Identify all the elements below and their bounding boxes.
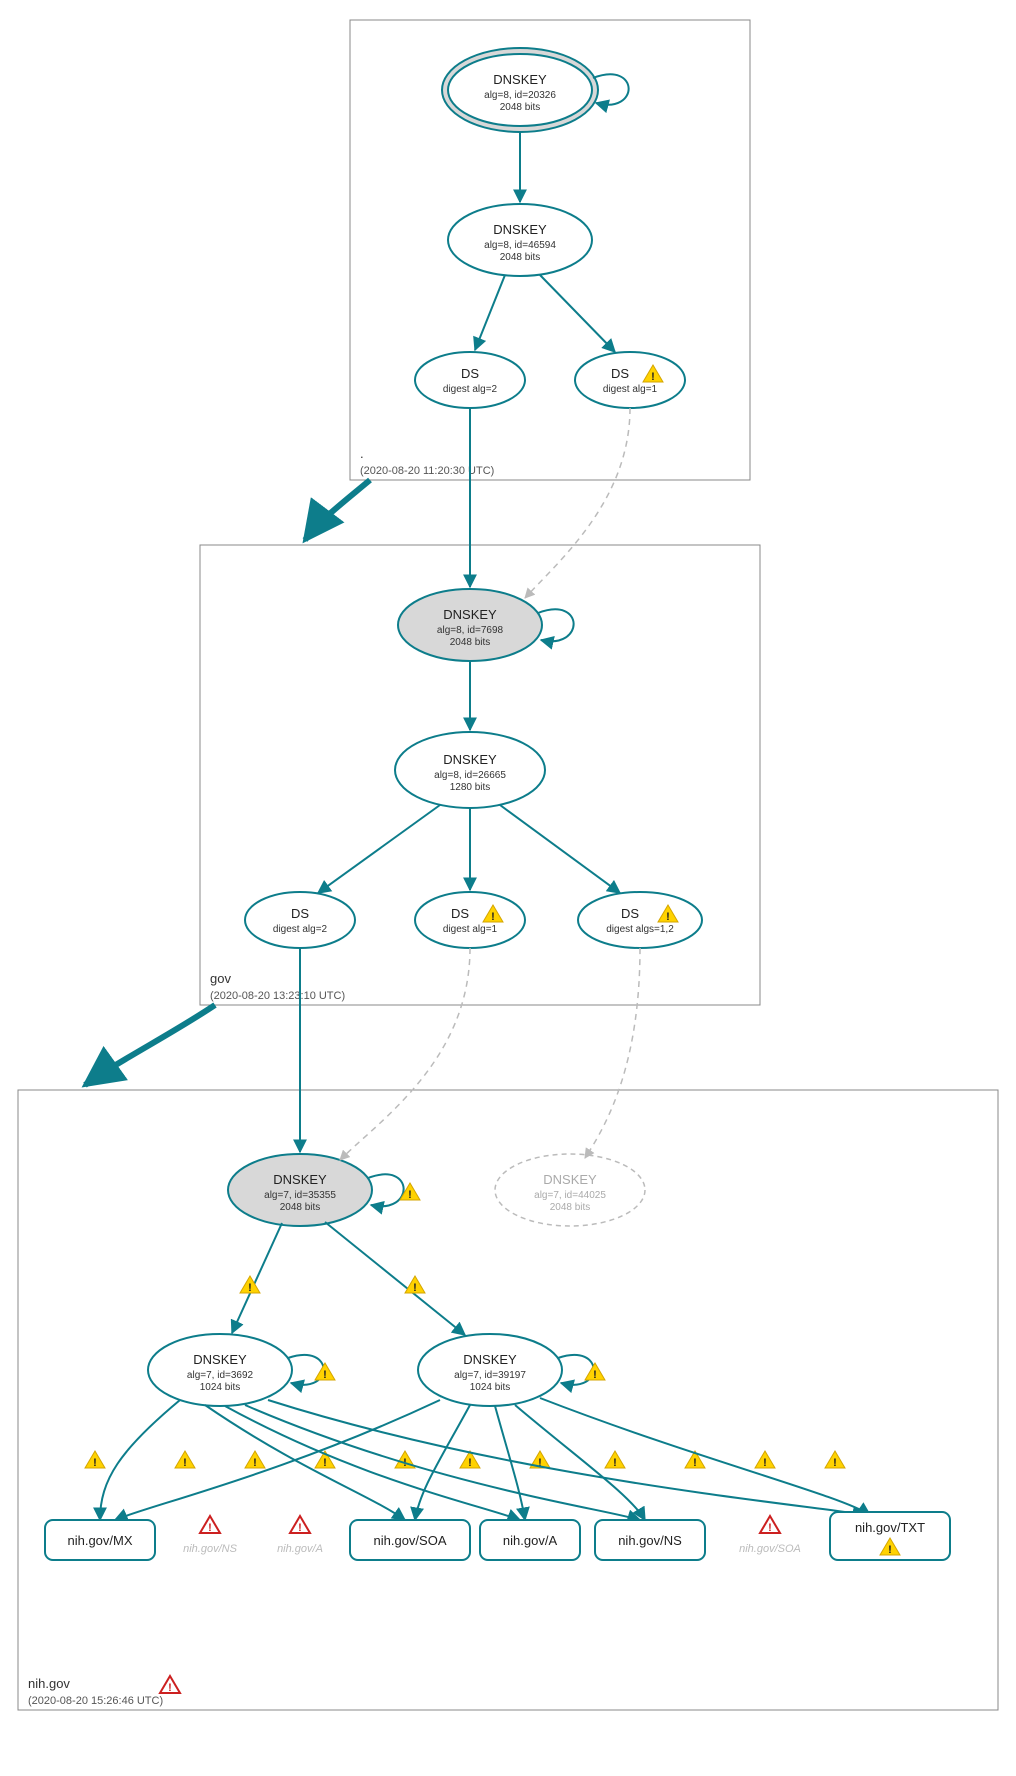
err-icon [200, 1516, 220, 1534]
record-a: nih.gov/A [480, 1520, 580, 1560]
svg-text:nih.gov/SOA: nih.gov/SOA [739, 1543, 801, 1555]
node-gov-ds3: DS digest algs=1,2 [578, 892, 702, 948]
record-txt: nih.gov/TXT [830, 1512, 950, 1560]
svg-text:DNSKEY: DNSKEY [443, 752, 497, 767]
zone-gov-ts: (2020-08-20 13:23:10 UTC) [210, 990, 345, 1002]
svg-text:alg=8, id=26665: alg=8, id=26665 [434, 770, 506, 781]
svg-text:DNSKEY: DNSKEY [493, 72, 547, 87]
svg-text:alg=7, id=44025: alg=7, id=44025 [534, 1190, 606, 1201]
node-nih-zsk2: DNSKEY alg=7, id=39197 1024 bits [418, 1334, 562, 1406]
svg-text:2048 bits: 2048 bits [280, 1202, 321, 1213]
node-root-ksk: DNSKEY alg=8, id=20326 2048 bits [442, 48, 598, 132]
dnssec-graph: ! ! . (2020-08-20 11:20:30 UTC) DNSKEY a… [0, 0, 1016, 1776]
svg-text:nih.gov/NS: nih.gov/NS [183, 1543, 237, 1555]
svg-text:DS: DS [621, 906, 639, 921]
record-soa-ghost: nih.gov/SOA [739, 1516, 801, 1555]
svg-text:1024 bits: 1024 bits [200, 1382, 241, 1393]
svg-text:2048 bits: 2048 bits [550, 1202, 591, 1213]
svg-text:nih.gov/MX: nih.gov/MX [67, 1533, 132, 1548]
node-root-ds2: DS digest alg=1 [575, 352, 685, 408]
edge-nihksk-zsk1 [232, 1223, 282, 1333]
svg-text:alg=7, id=35355: alg=7, id=35355 [264, 1190, 336, 1201]
svg-text:DNSKEY: DNSKEY [273, 1172, 327, 1187]
svg-text:digest alg=2: digest alg=2 [443, 384, 498, 395]
node-gov-ksk: DNSKEY alg=8, id=7698 2048 bits [398, 589, 542, 661]
svg-text:2048 bits: 2048 bits [500, 252, 541, 263]
edge-warn-row [85, 1451, 845, 1469]
svg-text:alg=7, id=3692: alg=7, id=3692 [187, 1370, 254, 1381]
warn-icon [315, 1363, 335, 1381]
svg-text:DNSKEY: DNSKEY [193, 1352, 247, 1367]
edge-delegation-root-gov [305, 480, 370, 540]
warn-icon [405, 1276, 425, 1294]
svg-text:1280 bits: 1280 bits [450, 782, 491, 793]
record-ns-ghost: nih.gov/NS [183, 1516, 237, 1555]
record-a-ghost: nih.gov/A [277, 1516, 323, 1555]
svg-text:digest alg=1: digest alg=1 [443, 924, 498, 935]
svg-text:DNSKEY: DNSKEY [493, 222, 547, 237]
err-icon [290, 1516, 310, 1534]
svg-text:DNSKEY: DNSKEY [543, 1172, 597, 1187]
zone-root: . (2020-08-20 11:20:30 UTC) DNSKEY alg=8… [350, 20, 750, 480]
node-gov-ds1: DS digest alg=2 [245, 892, 355, 948]
svg-text:digest algs=1,2: digest algs=1,2 [606, 924, 674, 935]
err-icon [160, 1676, 180, 1694]
svg-text:DS: DS [611, 366, 629, 381]
svg-text:nih.gov/NS: nih.gov/NS [618, 1533, 682, 1548]
svg-text:alg=8, id=46594: alg=8, id=46594 [484, 240, 556, 251]
node-root-zsk: DNSKEY alg=8, id=46594 2048 bits [448, 204, 592, 276]
record-mx: nih.gov/MX [45, 1520, 155, 1560]
svg-text:DS: DS [461, 366, 479, 381]
node-nih-zsk1: DNSKEY alg=7, id=3692 1024 bits [148, 1334, 292, 1406]
edge-nih-ksk-self [368, 1174, 404, 1206]
edge-gov-zsk-ds3 [500, 805, 620, 893]
svg-text:alg=7, id=39197: alg=7, id=39197 [454, 1370, 526, 1381]
svg-text:nih.gov/TXT: nih.gov/TXT [855, 1520, 925, 1535]
node-root-ds1: DS digest alg=2 [415, 352, 525, 408]
edge-govds2-nihksk [340, 948, 470, 1160]
svg-text:2048 bits: 2048 bits [500, 102, 541, 113]
zone-nih-label: nih.gov [28, 1676, 70, 1691]
svg-text:1024 bits: 1024 bits [470, 1382, 511, 1393]
node-gov-ds2: DS digest alg=1 [415, 892, 525, 948]
err-icon [760, 1516, 780, 1534]
node-nih-ksk: DNSKEY alg=7, id=35355 2048 bits [228, 1154, 372, 1226]
svg-text:digest alg=2: digest alg=2 [273, 924, 328, 935]
svg-text:digest alg=1: digest alg=1 [603, 384, 658, 395]
svg-text:DNSKEY: DNSKEY [443, 607, 497, 622]
svg-text:nih.gov/A: nih.gov/A [277, 1543, 323, 1555]
edge-govds3-nihghost [585, 948, 640, 1158]
zone-root-ts: (2020-08-20 11:20:30 UTC) [360, 465, 494, 477]
warn-icon [585, 1363, 605, 1381]
record-soa: nih.gov/SOA [350, 1520, 470, 1560]
node-nih-ghost: DNSKEY alg=7, id=44025 2048 bits [495, 1154, 645, 1226]
record-ns: nih.gov/NS [595, 1520, 705, 1560]
svg-text:alg=8, id=7698: alg=8, id=7698 [437, 625, 504, 636]
edges-zsk1-records [100, 1400, 865, 1520]
zone-nih: nih.gov (2020-08-20 15:26:46 UTC) DNSKEY… [18, 948, 998, 1710]
zone-root-label: . [360, 446, 364, 461]
edge-gov-ksk-self [538, 609, 574, 641]
edge-gov-zsk-ds1 [318, 805, 440, 893]
edge-nihksk-zsk2 [325, 1222, 465, 1335]
svg-text:2048 bits: 2048 bits [450, 637, 491, 648]
svg-text:alg=8, id=20326: alg=8, id=20326 [484, 90, 556, 101]
node-gov-zsk: DNSKEY alg=8, id=26665 1280 bits [395, 732, 545, 808]
edge-rootds2-govksk [525, 408, 630, 598]
zone-gov-label: gov [210, 971, 231, 986]
zone-nih-ts: (2020-08-20 15:26:46 UTC) [28, 1695, 163, 1707]
svg-text:DS: DS [291, 906, 309, 921]
edge-delegation-gov-nih [85, 1005, 215, 1085]
edges-zsk2-records [115, 1398, 870, 1520]
edge-root-zsk-ds2 [540, 275, 615, 352]
svg-text:DNSKEY: DNSKEY [463, 1352, 517, 1367]
zone-gov: gov (2020-08-20 13:23:10 UTC) DNSKEY alg… [200, 408, 760, 1005]
svg-text:nih.gov/SOA: nih.gov/SOA [374, 1533, 447, 1548]
svg-text:DS: DS [451, 906, 469, 921]
edge-root-zsk-ds1 [475, 275, 505, 350]
svg-text:nih.gov/A: nih.gov/A [503, 1533, 558, 1548]
